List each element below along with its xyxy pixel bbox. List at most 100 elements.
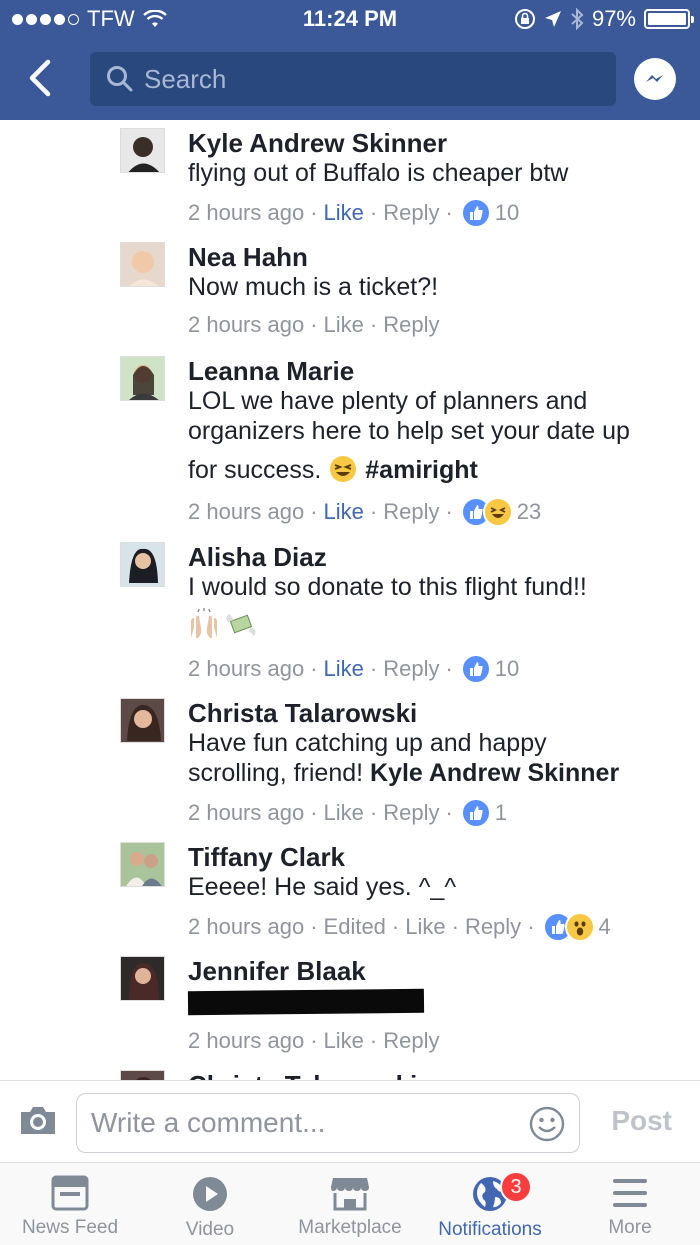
wow-reaction-icon — [564, 912, 595, 942]
top-bar: TFW 11:24 PM 97% Search — [0, 0, 700, 120]
commenter-name[interactable]: Christa Talarowski — [188, 1070, 688, 1080]
comment-time: 2 hours ago — [188, 914, 305, 939]
messenger-button[interactable] — [634, 58, 676, 100]
comment-text: Now much is a ticket?! — [188, 273, 439, 301]
search-input[interactable]: Search — [90, 52, 616, 106]
avatar[interactable] — [120, 698, 165, 743]
avatar[interactable] — [120, 356, 165, 401]
like-reaction-icon — [460, 198, 491, 228]
raised-hands-emoji-icon — [191, 608, 217, 638]
search-placeholder: Search — [144, 63, 227, 94]
comment-meta: 2 hours ago · Edited · Like · Reply · 4 — [188, 912, 688, 942]
edited-label: Edited — [323, 914, 386, 939]
comment-time: 2 hours ago — [188, 499, 305, 524]
comment-input[interactable]: Write a comment... — [76, 1093, 580, 1153]
like-reaction-icon — [460, 654, 491, 684]
bluetooth-icon — [571, 8, 584, 30]
tab-news-feed[interactable]: News Feed — [0, 1163, 140, 1245]
reply-button[interactable]: Reply — [383, 499, 439, 525]
reaction-count: 4 — [598, 914, 611, 939]
reaction-summary[interactable]: 10 — [460, 654, 519, 684]
like-button[interactable]: Like — [324, 200, 364, 226]
hashtag-link[interactable]: #amiright — [365, 456, 478, 484]
commenter-name[interactable]: Leanna Marie — [188, 356, 688, 386]
post-button[interactable]: Post — [611, 1105, 672, 1137]
comment-meta: 2 hours ago · Like · Reply · 10 — [188, 198, 688, 228]
reply-button[interactable]: Reply — [383, 800, 439, 826]
reaction-summary[interactable]: 4 — [542, 912, 611, 942]
tab-label: More — [608, 1217, 652, 1238]
comment-meta: 2 hours ago · Like · Reply — [188, 1028, 440, 1054]
reply-button[interactable]: Reply — [383, 1028, 439, 1054]
mention-link[interactable]: Kyle Andrew Skinner — [370, 759, 619, 787]
reaction-summary[interactable]: 10 — [460, 198, 520, 228]
reaction-count: 10 — [494, 200, 520, 225]
like-button[interactable]: Like — [324, 312, 364, 338]
camera-icon[interactable] — [18, 1103, 58, 1137]
comment-text-line: Have fun catching up and happy — [188, 729, 547, 757]
reaction-summary[interactable]: 23 — [460, 497, 541, 527]
tab-more[interactable]: More — [560, 1163, 700, 1245]
menu-icon — [613, 1179, 647, 1207]
commenter-name[interactable]: Nea Hahn — [188, 242, 688, 272]
battery-percent: 97% — [591, 6, 636, 31]
back-arrow-icon[interactable] — [22, 58, 62, 98]
comment-text-line: LOL we have plenty of planners and — [188, 387, 588, 415]
comment-text-line: for success. #amiright — [188, 454, 688, 485]
like-button[interactable]: Like — [324, 800, 364, 826]
avatar[interactable] — [120, 242, 165, 287]
comment-text: flying out of Buffalo is cheaper btw — [188, 159, 569, 187]
comment-meta: 2 hours ago · Like · Reply · 1 — [188, 798, 688, 828]
comment-meta: 2 hours ago · Like · Reply · 23 — [188, 497, 688, 527]
tab-marketplace[interactable]: Marketplace — [280, 1163, 420, 1245]
tab-label: Notifications — [438, 1219, 542, 1240]
avatar[interactable] — [120, 542, 165, 587]
like-button[interactable]: Like — [324, 656, 364, 682]
like-button[interactable]: Like — [324, 499, 364, 525]
commenter-name[interactable]: Tiffany Clark — [188, 842, 688, 872]
comment-placeholder: Write a comment... — [91, 1107, 326, 1138]
tab-video[interactable]: Video — [140, 1163, 280, 1245]
like-button[interactable]: Like — [324, 1028, 364, 1054]
avatar[interactable] — [120, 956, 165, 1001]
reply-button[interactable]: Reply — [465, 914, 521, 940]
comment-meta: 2 hours ago · Like · Reply · 10 — [188, 654, 688, 684]
commenter-name[interactable]: Kyle Andrew Skinner — [188, 128, 688, 158]
reply-button[interactable]: Reply — [383, 312, 439, 338]
commenter-name[interactable]: Jennifer Blaak — [188, 956, 688, 986]
tab-notifications[interactable]: 3 Notifications — [420, 1163, 560, 1245]
video-play-icon — [193, 1177, 227, 1211]
like-button[interactable]: Like — [405, 914, 445, 940]
avatar[interactable] — [120, 1070, 165, 1080]
reaction-summary[interactable]: 1 — [460, 798, 508, 828]
comment-time: 2 hours ago — [188, 200, 305, 225]
commenter-name[interactable]: Alisha Diaz — [188, 542, 688, 572]
tab-label: Video — [185, 1219, 235, 1240]
laughing-emoji-icon — [330, 456, 357, 482]
bottom-tab-bar: News Feed Video Marketplace 3 Notificati… — [0, 1162, 700, 1245]
rotation-lock-icon — [514, 9, 535, 29]
reply-button[interactable]: Reply — [383, 200, 439, 226]
search-icon — [107, 66, 133, 92]
comment-time: 2 hours ago — [188, 656, 305, 681]
messenger-icon — [646, 75, 663, 82]
battery-icon — [644, 9, 694, 29]
comment-list: Kyle Andrew Skinner flying out of Buffal… — [0, 120, 700, 1080]
comment-text: Eeeee! He said yes. ^_^ — [188, 873, 457, 901]
reply-button[interactable]: Reply — [383, 656, 439, 682]
commenter-name[interactable]: Christa Talarowski — [188, 698, 688, 728]
tab-label: News Feed — [21, 1217, 119, 1238]
location-icon — [544, 11, 561, 27]
haha-reaction-icon — [482, 497, 513, 527]
reaction-count: 1 — [494, 800, 508, 825]
emoji-picker-icon[interactable] — [529, 1106, 565, 1142]
avatar[interactable] — [120, 128, 165, 173]
comment-emoji-row — [188, 608, 688, 642]
avatar[interactable] — [120, 842, 165, 887]
comment-text: I would so donate to this flight fund!! — [188, 573, 587, 601]
comment-text-line: scrolling, friend! Kyle Andrew Skinner — [188, 758, 688, 788]
marketplace-store-icon — [331, 1178, 369, 1211]
notification-badge: 3 — [500, 1171, 532, 1203]
comment-time: 2 hours ago — [188, 312, 305, 337]
comment-text-line: organizers here to help set your date up — [188, 417, 630, 445]
